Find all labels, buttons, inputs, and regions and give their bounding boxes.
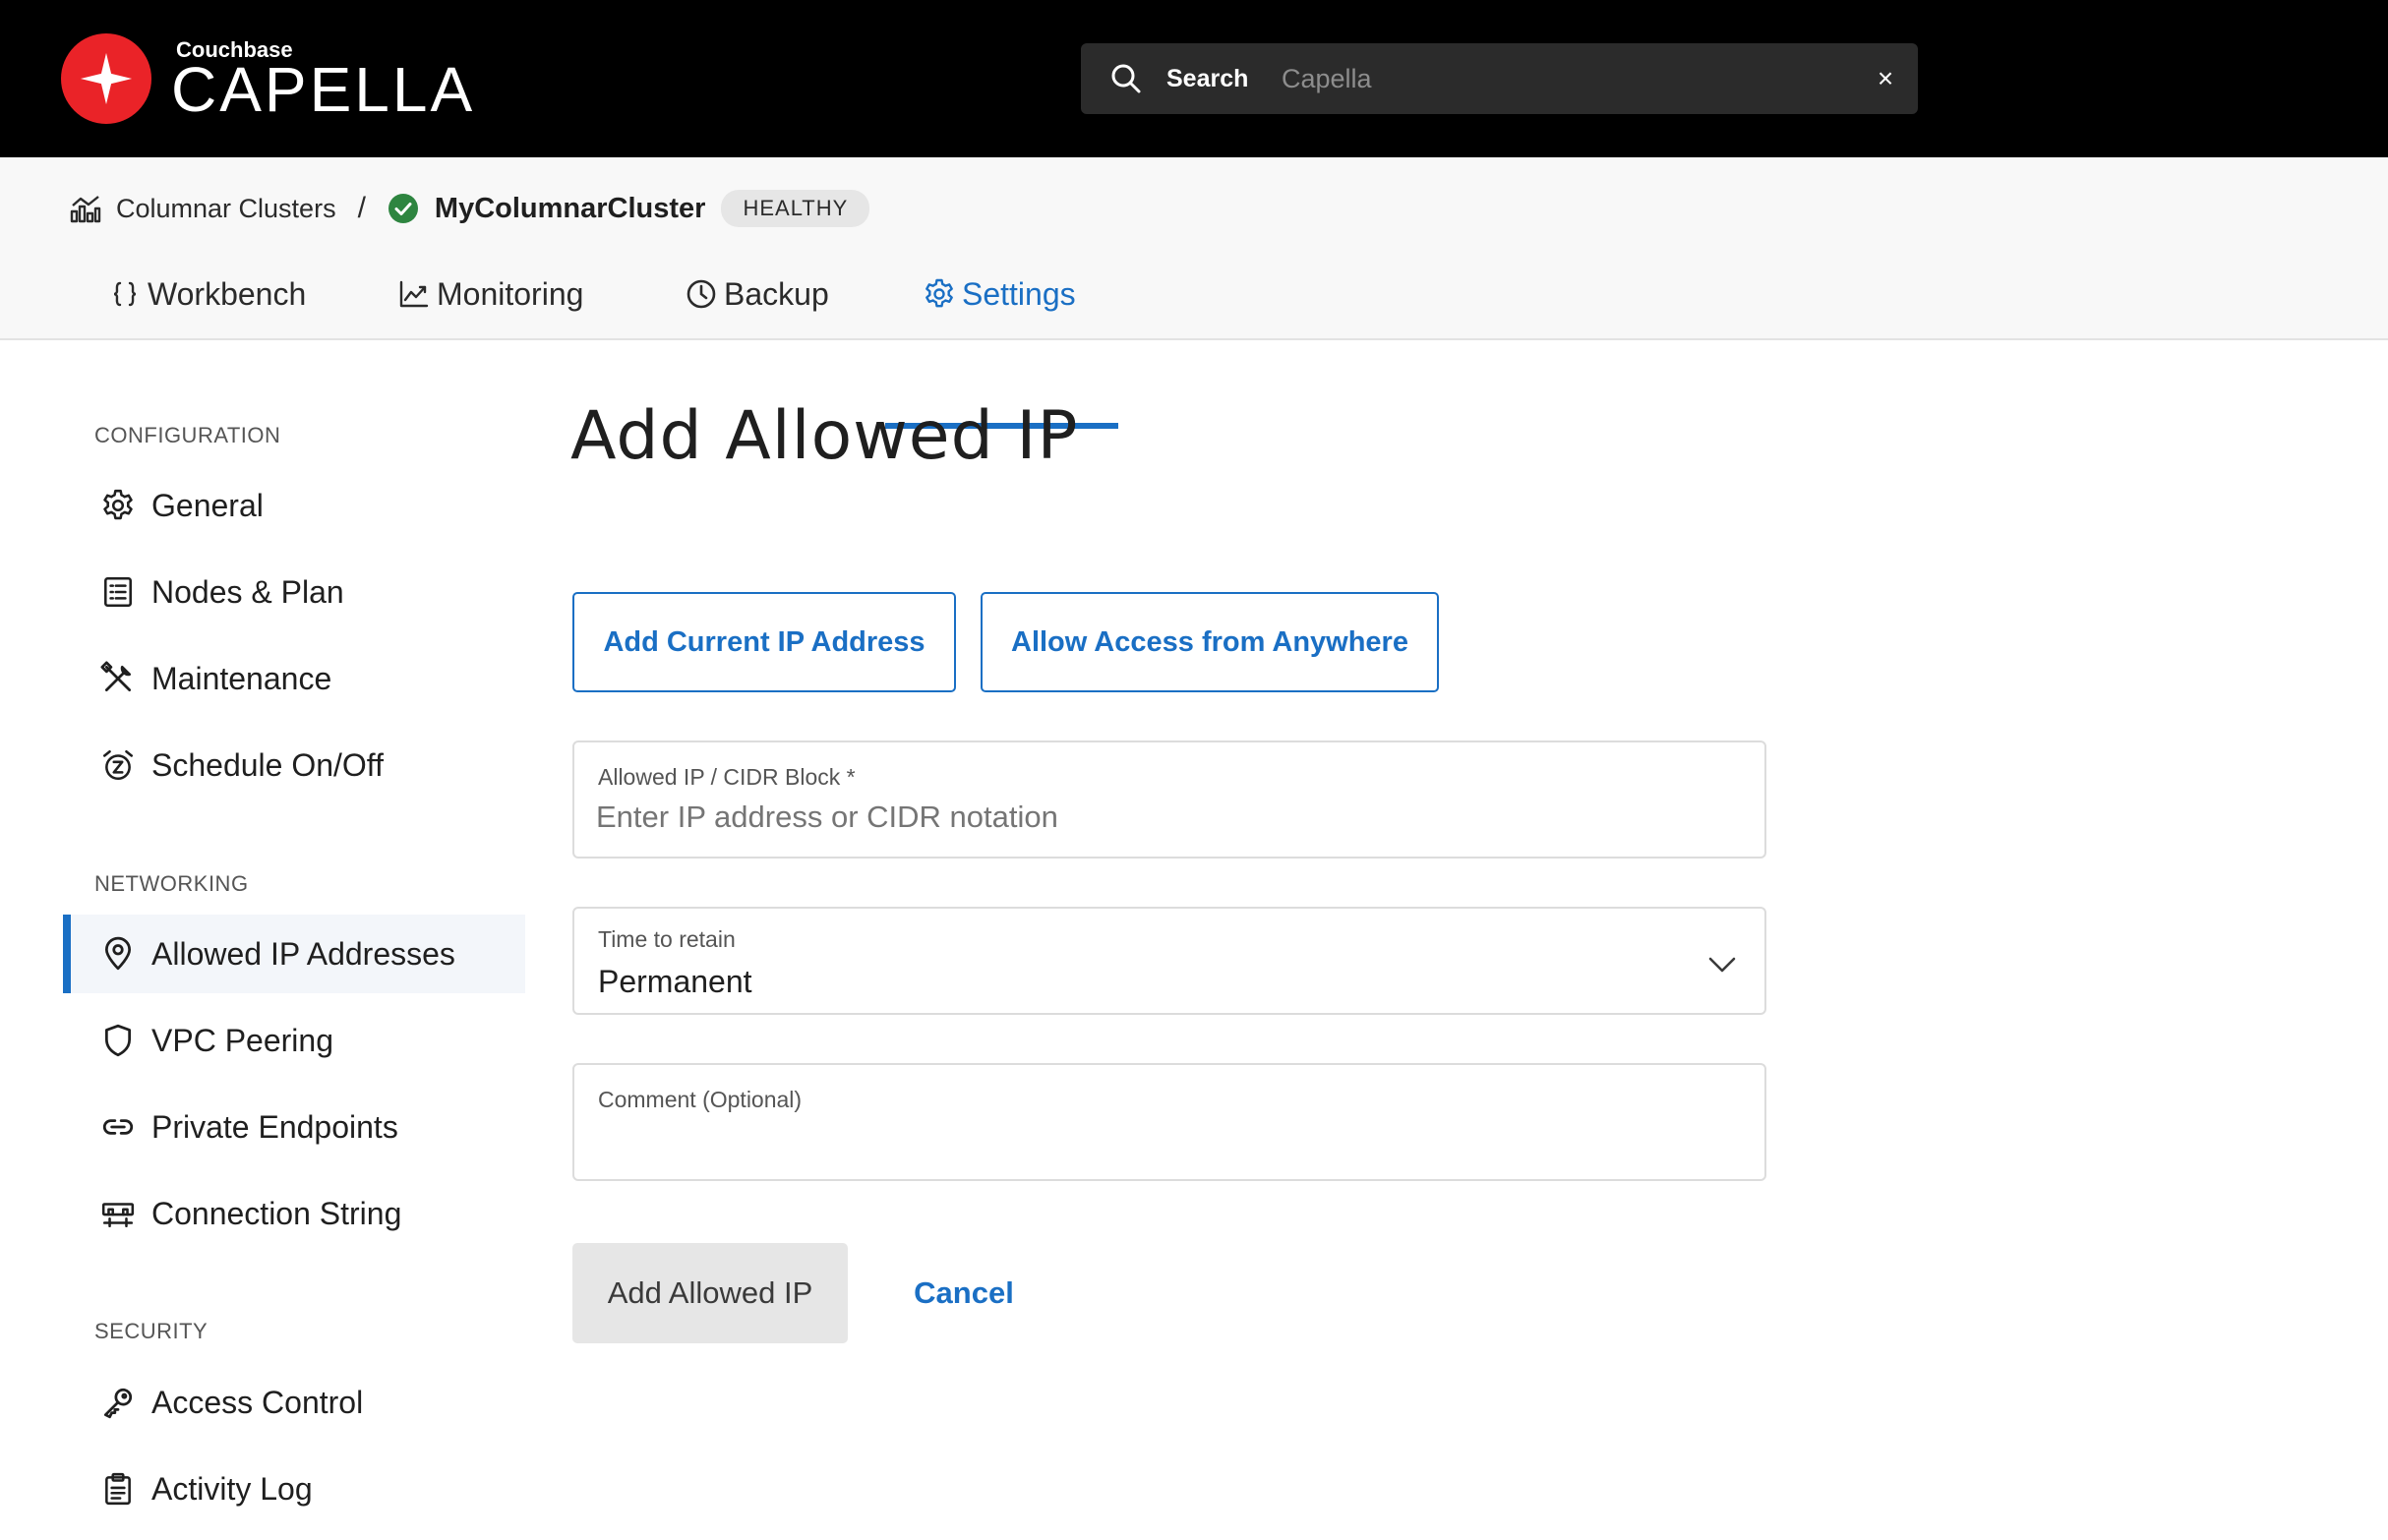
sidebar-item-maintenance[interactable]: Maintenance [63, 639, 525, 718]
sidebar-item-label: Allowed IP Addresses [151, 935, 455, 972]
sidebar-item-allowed-ip[interactable]: Allowed IP Addresses [63, 915, 525, 993]
breadcrumb: Columnar Clusters / MyColumnarCluster HE… [69, 187, 870, 230]
sidebar-item-label: Nodes & Plan [151, 573, 344, 610]
sidebar-item-nodes-plan[interactable]: Nodes & Plan [63, 553, 525, 631]
global-search[interactable]: Search × [1081, 43, 1918, 114]
sidebar-item-label: Private Endpoints [151, 1108, 398, 1145]
sidebar-item-label: General [151, 487, 264, 523]
comment-field: Comment (Optional) [572, 1063, 1766, 1181]
brand-product: CAPELLA [171, 54, 476, 125]
section-security: SECURITY [94, 1319, 209, 1343]
allow-anywhere-button[interactable]: Allow Access from Anywhere [981, 592, 1439, 692]
top-bar: Couchbase CAPELLA Search × [0, 0, 2388, 157]
cancel-button[interactable]: Cancel [885, 1243, 1043, 1343]
location-pin-icon [104, 936, 132, 971]
chevron-down-icon[interactable] [1705, 948, 1739, 981]
healthy-check-icon [388, 194, 418, 223]
link-icon [102, 1119, 134, 1135]
sidebar-item-label: Connection String [151, 1195, 402, 1231]
tab-monitoring[interactable]: Monitoring [397, 248, 583, 340]
time-to-retain-select[interactable]: Time to retain Permanent [572, 907, 1766, 1015]
cluster-name: MyColumnarCluster [434, 192, 706, 224]
sidebar-item-label: Activity Log [151, 1470, 313, 1507]
add-allowed-ip-button[interactable]: Add Allowed IP [572, 1243, 848, 1343]
list-icon [104, 576, 132, 608]
cluster-chart-icon [70, 196, 101, 223]
tab-backup-label: Backup [724, 275, 829, 312]
gear-icon [103, 489, 133, 520]
search-label: Search [1166, 65, 1249, 92]
ip-cidr-field: Allowed IP / CIDR Block * [572, 740, 1766, 859]
clipboard-icon [105, 1472, 131, 1506]
gear-icon [925, 278, 953, 308]
comment-input[interactable] [596, 1118, 1737, 1161]
chart-line-icon [399, 280, 429, 308]
tab-settings[interactable]: Settings [923, 248, 1076, 340]
section-configuration: CONFIGURATION [94, 423, 281, 447]
add-current-ip-button[interactable]: Add Current IP Address [572, 592, 956, 692]
search-icon [1111, 64, 1141, 93]
sidebar-item-access-control[interactable]: Access Control [63, 1363, 525, 1442]
sidebar-item-activity-log[interactable]: Activity Log [63, 1450, 525, 1528]
sidebar-item-label: Maintenance [151, 660, 332, 696]
page-title: Add Allowed IP [570, 397, 1079, 475]
cluster-header: Columnar Clusters / MyColumnarCluster HE… [0, 157, 2388, 429]
key-icon [103, 1388, 133, 1419]
time-to-retain-value: Permanent [598, 964, 752, 999]
ip-cidr-label: Allowed IP / CIDR Block * [598, 764, 856, 790]
breadcrumb-separator: / [357, 192, 366, 224]
connection-icon [101, 1203, 135, 1227]
sidebar-item-label: VPC Peering [151, 1022, 333, 1058]
tab-backup[interactable]: Backup [685, 248, 829, 340]
tools-icon [100, 661, 132, 692]
tab-workbench[interactable]: Workbench [108, 248, 306, 340]
close-icon[interactable]: × [1868, 61, 1903, 96]
search-input[interactable] [1282, 57, 1832, 100]
time-to-retain-label: Time to retain [598, 926, 736, 952]
section-networking: NETWORKING [94, 871, 249, 896]
capella-logo-icon[interactable] [61, 33, 151, 124]
shield-icon [104, 1024, 132, 1057]
sidebar-item-general[interactable]: General [63, 466, 525, 545]
sidebar-item-label: Schedule On/Off [151, 746, 384, 783]
clock-icon [687, 279, 716, 309]
tab-monitoring-label: Monitoring [437, 275, 584, 312]
braces-icon [113, 281, 137, 307]
tab-settings-label: Settings [962, 275, 1076, 312]
sidebar-item-connection-string[interactable]: Connection String [63, 1174, 525, 1253]
status-badge: HEALTHY [721, 190, 870, 227]
ip-cidr-input[interactable] [596, 796, 1737, 839]
comment-label: Comment (Optional) [598, 1087, 803, 1112]
sidebar-item-label: Access Control [151, 1384, 364, 1420]
sidebar-item-private-endpoints[interactable]: Private Endpoints [63, 1088, 525, 1166]
tab-workbench-label: Workbench [148, 275, 307, 312]
alarm-clock-icon [102, 749, 134, 781]
sidebar-item-schedule[interactable]: Schedule On/Off [63, 726, 525, 804]
sidebar-item-vpc-peering[interactable]: VPC Peering [63, 1001, 525, 1080]
breadcrumb-columnar-clusters[interactable]: Columnar Clusters [116, 194, 336, 224]
